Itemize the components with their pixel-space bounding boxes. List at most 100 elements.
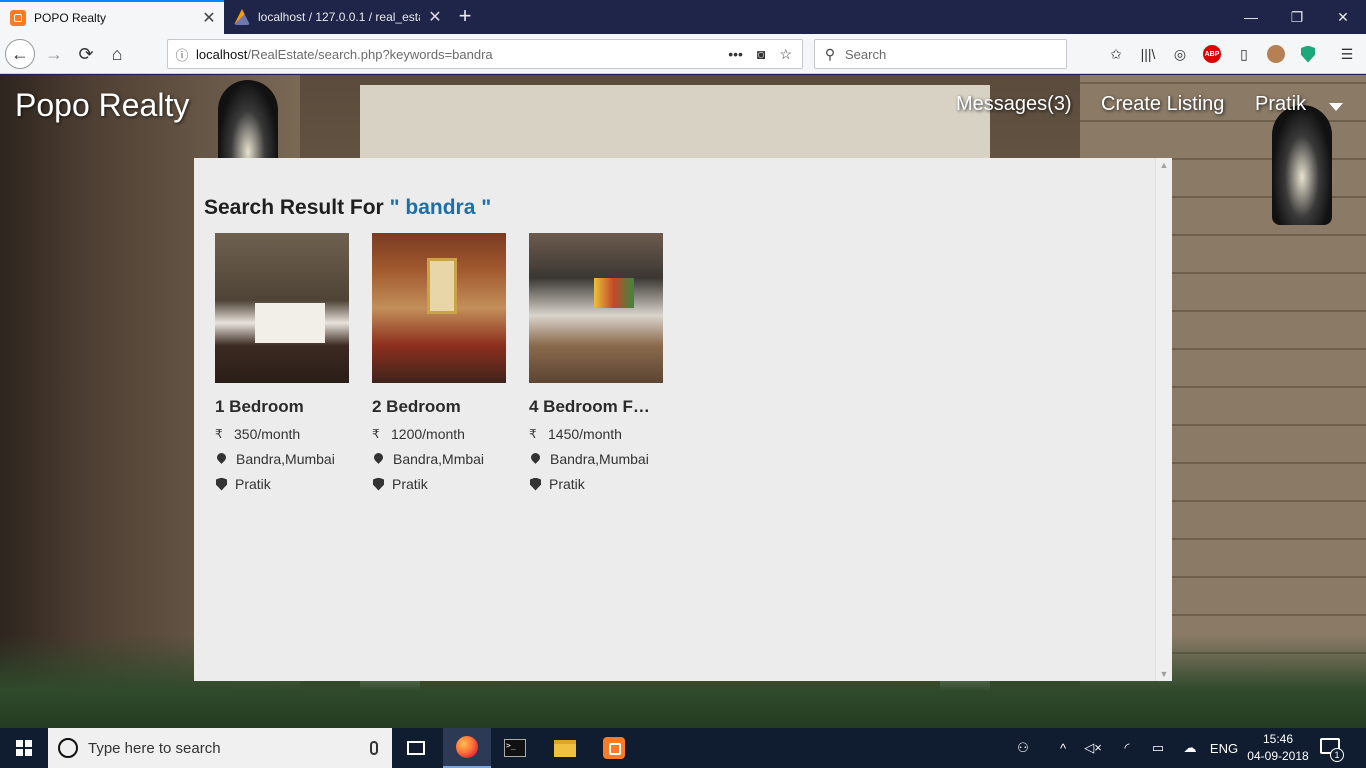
wifi-icon[interactable]: ◜	[1114, 728, 1140, 768]
close-tab-icon[interactable]: ✕	[420, 7, 450, 27]
taskbar-file-explorer[interactable]	[541, 728, 589, 768]
url-bar[interactable]: ⓘ localhost/RealEstate/search.php?keywor…	[167, 39, 803, 69]
phpmyadmin-icon	[234, 9, 250, 25]
chevron-down-icon[interactable]	[1329, 103, 1343, 111]
listing-title[interactable]: 4 Bedroom F…	[529, 397, 669, 417]
xampp-icon	[603, 737, 625, 759]
task-view-button[interactable]	[392, 728, 440, 768]
clock-date: 04-09-2018	[1247, 749, 1309, 763]
nav-create-listing[interactable]: Create Listing	[1101, 93, 1224, 116]
taskbar-firefox[interactable]	[443, 728, 491, 768]
taskbar-search-box[interactable]: Type here to search	[48, 728, 392, 768]
library-icon[interactable]: |||\	[1134, 34, 1162, 74]
taskbar-xampp[interactable]	[590, 728, 638, 768]
location-text: Bandra,Mumbai	[236, 451, 335, 467]
owner-text: Pratik	[549, 476, 585, 492]
verified-shield-icon	[216, 477, 227, 491]
price-text: 1200/month	[391, 426, 465, 442]
menu-icon[interactable]: ☰	[1333, 34, 1361, 74]
result-title-prefix: Search Result For	[204, 196, 384, 219]
scroll-up-icon[interactable]: ▲	[1156, 160, 1172, 170]
adblock-icon[interactable]: ABP	[1198, 34, 1226, 74]
task-view-icon	[407, 741, 425, 755]
rupee-icon: ₹	[215, 427, 223, 441]
location-pin-icon	[531, 453, 540, 465]
listing-card[interactable]: 1 Bedroom ₹ 350/month Bandra,Mumbai Prat…	[215, 233, 355, 492]
rupee-icon: ₹	[529, 427, 537, 441]
owner-text: Pratik	[392, 476, 428, 492]
close-window-button[interactable]: ✕	[1320, 0, 1366, 34]
people-icon[interactable]: ⚇	[1010, 728, 1036, 768]
windows-logo-icon	[16, 740, 32, 756]
nav-user-menu[interactable]: Pratik	[1255, 93, 1306, 116]
tab-phpmyadmin[interactable]: localhost / 127.0.0.1 / real_estat ✕	[224, 0, 450, 34]
show-hidden-icons-icon[interactable]: ^	[1050, 728, 1076, 768]
onedrive-icon[interactable]: ☁	[1177, 728, 1203, 768]
location-pin-icon	[374, 453, 383, 465]
tab-popo-realty[interactable]: POPO Realty ✕	[0, 0, 224, 34]
listing-owner: Pratik	[372, 476, 512, 492]
listing-photo[interactable]	[372, 233, 506, 383]
scroll-down-icon[interactable]: ▼	[1156, 669, 1172, 679]
url-path: /RealEstate/search.php?keywords=bandra	[247, 46, 493, 62]
listing-photo[interactable]	[529, 233, 663, 383]
bookmark-star-icon[interactable]: ☆	[779, 46, 792, 63]
page-viewport: Popo Realty Messages(3) Create Listing P…	[0, 75, 1366, 728]
microphone-icon[interactable]	[370, 741, 378, 755]
cortana-icon	[58, 738, 78, 758]
minimize-button[interactable]: —	[1228, 0, 1274, 34]
location-text: Bandra,Mumbai	[550, 451, 649, 467]
panel-scrollbar[interactable]: ▲ ▼	[1155, 158, 1172, 681]
forward-button[interactable]: →	[38, 38, 70, 70]
verified-shield-icon	[530, 477, 541, 491]
site-brand[interactable]: Popo Realty	[15, 87, 189, 124]
listing-card[interactable]: 2 Bedroom ₹ 1200/month Bandra,Mmbai Prat…	[372, 233, 512, 492]
volume-muted-icon[interactable]: ◁×	[1080, 728, 1106, 768]
clock-time: 15:46	[1262, 732, 1294, 746]
reload-button[interactable]: ⟳	[70, 38, 102, 70]
back-arrow-icon: ←	[5, 39, 35, 69]
nav-messages[interactable]: Messages(3)	[956, 93, 1072, 116]
listing-title[interactable]: 2 Bedroom	[372, 397, 512, 417]
price-text: 1450/month	[548, 426, 622, 442]
search-field[interactable]: ⚲ Search	[814, 39, 1067, 69]
sidebar-icon[interactable]: ▯	[1230, 34, 1258, 74]
system-clock[interactable]: 15:46 04-09-2018	[1242, 731, 1314, 765]
home-button[interactable]: ⌂	[101, 38, 133, 70]
battery-icon[interactable]: ▭	[1145, 728, 1171, 768]
listing-location: Bandra,Mumbai	[215, 451, 355, 467]
search-placeholder: Search	[845, 46, 887, 62]
site-header: Popo Realty Messages(3) Create Listing P…	[0, 75, 1366, 135]
listing-price: ₹ 1450/month	[529, 426, 669, 442]
taskbar-terminal[interactable]: >_	[491, 728, 539, 768]
info-icon[interactable]: ⓘ	[168, 45, 196, 64]
location-pin-icon	[217, 453, 226, 465]
language-indicator[interactable]: ENG	[1207, 728, 1241, 768]
bookmarks-star-icon[interactable]: ✩	[1102, 34, 1130, 74]
pocket-icon[interactable]: ◙	[757, 46, 765, 63]
shield-extension-icon[interactable]	[1294, 34, 1322, 74]
search-results-panel: Search Result For " bandra " 1 Bedroom ₹…	[194, 158, 1172, 681]
price-text: 350/month	[234, 426, 301, 442]
close-tab-icon[interactable]: ✕	[194, 8, 224, 28]
restore-button[interactable]: ❐	[1274, 0, 1320, 34]
url-host: localhost	[196, 46, 248, 62]
back-button[interactable]: ←	[4, 38, 36, 70]
sync-icon[interactable]: ◎	[1166, 34, 1194, 74]
listing-location: Bandra,Mmbai	[372, 451, 512, 467]
listing-owner: Pratik	[529, 476, 669, 492]
listing-card[interactable]: 4 Bedroom F… ₹ 1450/month Bandra,Mumbai …	[529, 233, 669, 492]
page-title: Search Result For " bandra "	[204, 196, 491, 220]
rupee-icon: ₹	[372, 427, 380, 441]
new-tab-button[interactable]: +	[452, 4, 478, 30]
listing-title[interactable]: 1 Bedroom	[215, 397, 355, 417]
start-button[interactable]	[0, 728, 48, 768]
page-actions-icon[interactable]: •••	[728, 46, 743, 63]
listing-photo[interactable]	[215, 233, 349, 383]
windows-taskbar: Type here to search >_ ⚇ ^ ◁× ◜ ▭ ☁ ENG …	[0, 728, 1366, 768]
owner-text: Pratik	[235, 476, 271, 492]
taskbar-search-placeholder: Type here to search	[88, 739, 221, 757]
verified-shield-icon	[373, 477, 384, 491]
xampp-icon	[10, 10, 26, 26]
monkey-extension-icon[interactable]	[1262, 34, 1290, 74]
